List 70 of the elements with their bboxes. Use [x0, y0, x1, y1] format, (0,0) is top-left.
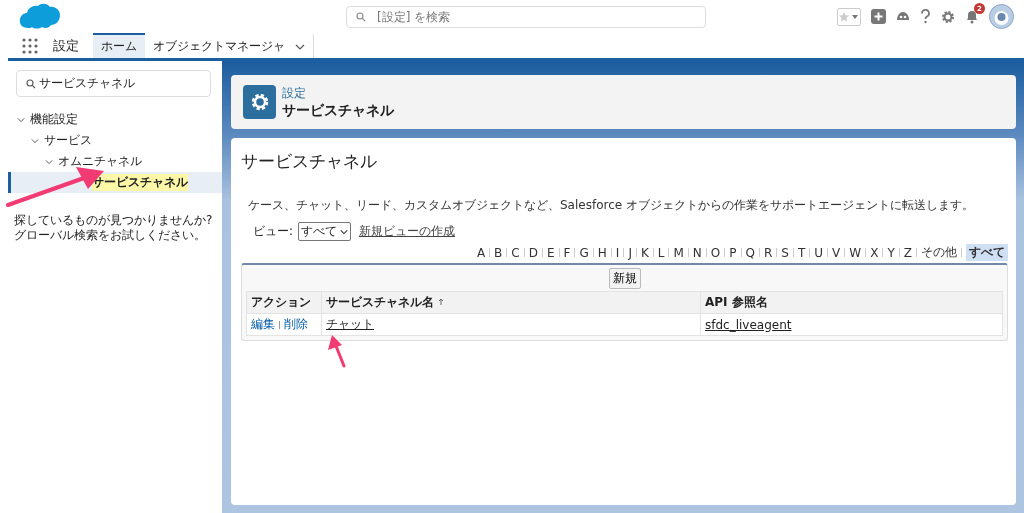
search-field[interactable]: サービスチャネル — [16, 70, 211, 97]
help-text: 探しているものが見つかりませんか? グローバル検索をお試しください。 — [14, 213, 214, 243]
settings-icon[interactable] — [941, 9, 955, 24]
settings-icon — [243, 85, 276, 119]
alphabet-filter[interactable]: D — [528, 245, 538, 260]
nav-tab[interactable]: オブジェクトマネージャ — [145, 33, 314, 58]
alphabet-filter[interactable]: G — [579, 245, 589, 260]
column-header[interactable]: API 参照名 — [700, 291, 1003, 314]
favorites-button[interactable] — [837, 7, 861, 26]
plus-icon[interactable] — [871, 9, 886, 24]
tree-item[interactable]: オムニチャネル — [8, 151, 222, 172]
breadcrumb[interactable]: 設定 — [282, 84, 394, 102]
caret-icon — [852, 14, 858, 19]
alphabet-filter[interactable]: R — [764, 245, 773, 260]
alphabet-filter[interactable]: J — [628, 245, 632, 260]
column-header[interactable]: サービスチャネル名 — [321, 291, 701, 314]
alphabet-filter[interactable]: N — [692, 245, 702, 260]
help-icon[interactable] — [920, 9, 931, 24]
alphabet-filter[interactable]: H — [597, 245, 607, 260]
alphabet-filter[interactable]: B — [494, 245, 503, 260]
description: ケース、チャット、リード、カスタムオブジェクトなど、Salesforce オブジェクトからの作業をサポートエージェントに転送します。 — [248, 197, 975, 214]
alphabet-filter[interactable]: Z — [903, 245, 912, 260]
nav-tab[interactable]: ホーム — [93, 33, 145, 58]
alphabet-filter[interactable]: W — [849, 245, 862, 260]
alphabet-filter[interactable]: X — [870, 245, 879, 260]
alphabet-filter[interactable]: すべて — [966, 244, 1008, 261]
column-header[interactable]: アクション — [246, 291, 322, 314]
alphabet-filter[interactable]: E — [547, 245, 555, 260]
alphabet-filter[interactable]: I — [615, 245, 620, 260]
view-label: ビュー: — [253, 223, 294, 240]
view-select[interactable]: すべて — [298, 222, 352, 241]
tree-item[interactable]: 機能設定 — [8, 109, 222, 130]
alphabet-filter[interactable]: その他 — [921, 244, 957, 261]
tree-label: サービス — [44, 132, 92, 149]
chevron-icon — [340, 227, 349, 236]
api-name-link[interactable]: sfdc_liveagent — [705, 317, 792, 332]
tree-label: オムニチャネル — [58, 153, 142, 170]
search-field[interactable]: [設定] を検索 — [346, 5, 706, 28]
cloud-icon[interactable] — [896, 10, 910, 23]
alphabet-filter[interactable]: K — [640, 245, 649, 260]
new-button[interactable]: 新規 — [608, 268, 641, 289]
search-icon — [356, 11, 366, 22]
channel-link[interactable]: チャット — [326, 317, 374, 331]
alphabet-filter[interactable]: T — [797, 245, 806, 260]
bell-icon[interactable] — [965, 9, 979, 24]
create-view-link[interactable]: 新規ビューの作成 — [359, 223, 456, 240]
app-name: 設定 — [53, 36, 79, 55]
alphabet-filter[interactable]: U — [814, 245, 824, 260]
alphabet-filter[interactable]: F — [563, 245, 571, 260]
tree-label: 機能設定 — [30, 111, 78, 128]
alphabet-filter[interactable]: V — [832, 245, 841, 260]
alphabet-filter[interactable]: A — [476, 245, 486, 260]
action-link[interactable]: 編集 — [251, 317, 275, 331]
star-icon — [838, 10, 850, 23]
sort-arrow-icon — [438, 298, 444, 306]
search-icon — [26, 78, 36, 89]
tree-item[interactable]: サービス — [8, 130, 222, 151]
section-title: サービスチャネル — [241, 150, 378, 173]
alphabet-filter[interactable]: C — [511, 245, 520, 260]
alphabet-filter[interactable]: Y — [887, 245, 895, 260]
avatar[interactable] — [989, 4, 1014, 29]
app-launcher-icon[interactable] — [22, 37, 38, 54]
alphabet-filter[interactable]: P — [729, 245, 737, 260]
alphabet-filter[interactable]: O — [710, 245, 721, 260]
action-link[interactable]: 削除 — [284, 317, 308, 331]
alphabet-filter[interactable]: Q — [745, 245, 755, 260]
alphabet-filter[interactable]: L — [657, 245, 665, 260]
alphabet-filter[interactable]: M — [673, 245, 684, 260]
page-title: サービスチャネル — [282, 101, 394, 120]
alphabet-filter[interactable]: S — [781, 245, 789, 260]
